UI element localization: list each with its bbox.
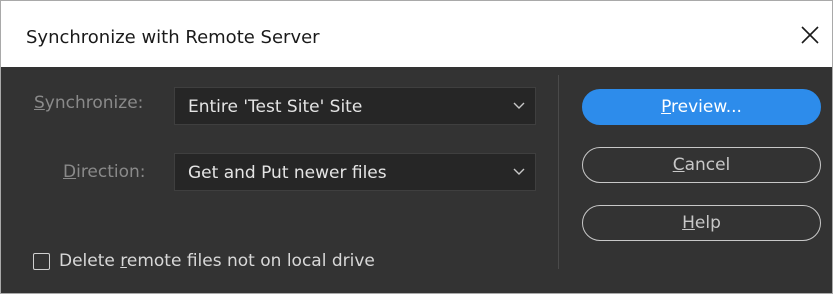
cancel-button[interactable]: Cancel (582, 147, 821, 183)
chevron-down-icon (513, 102, 525, 109)
dialog-body: Synchronize: Entire 'Test Site' Site Dir… (1, 67, 832, 293)
close-icon (801, 26, 819, 44)
title-bar: Synchronize with Remote Server (1, 1, 832, 67)
synchronize-dropdown[interactable]: Entire 'Test Site' Site (174, 87, 536, 125)
help-button[interactable]: Help (582, 205, 821, 241)
delete-remote-files-checkbox[interactable]: Delete remote files not on local drive (33, 251, 375, 271)
direction-dropdown[interactable]: Get and Put newer files (174, 153, 536, 191)
synchronize-label: Synchronize: (34, 93, 144, 113)
direction-label: Direction: (63, 162, 146, 182)
delete-remote-files-label: Delete remote files not on local drive (59, 251, 375, 271)
direction-value: Get and Put newer files (188, 163, 387, 183)
synchronize-value: Entire 'Test Site' Site (188, 97, 363, 117)
checkbox-unchecked-icon[interactable] (33, 252, 50, 270)
chevron-down-icon (513, 168, 525, 175)
dialog-title: Synchronize with Remote Server (26, 27, 320, 48)
close-button[interactable] (797, 22, 823, 48)
vertical-divider (558, 75, 559, 269)
sync-dialog: Synchronize with Remote Server Synchroni… (0, 0, 833, 294)
preview-button[interactable]: Preview... (582, 89, 821, 125)
